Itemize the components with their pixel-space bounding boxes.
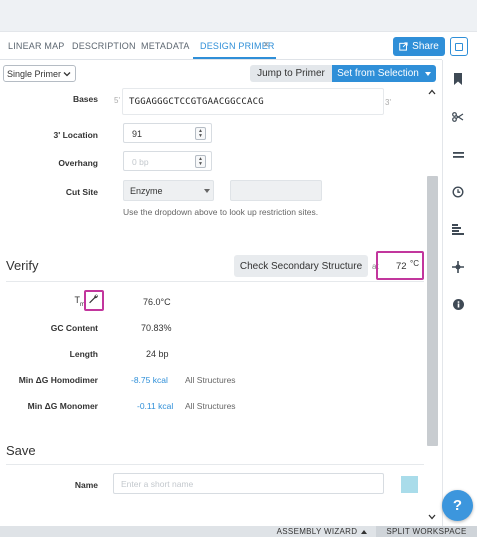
clock-icon[interactable] [451,185,465,199]
bases-suffix: 3' [385,98,391,107]
set-from-selection-button[interactable]: Set from Selection [332,65,436,82]
name-label: Name [74,480,98,490]
jump-to-primer-button[interactable]: Jump to Primer [250,65,332,82]
overhang-label: Overhang [58,158,98,168]
set-from-selection-label: Set from Selection [337,68,419,79]
monomer-scope: All Structures [185,401,236,411]
scissors-icon[interactable] [451,110,465,124]
overhang-input[interactable]: 0 bp ▲ ▼ [123,151,212,171]
save-title: Save [6,443,36,458]
location-input[interactable]: 91 ▲ ▼ [123,123,212,143]
share-icon [399,42,408,51]
temperature-input-highlight[interactable] [376,251,424,280]
bases-label: Bases [72,94,98,104]
bases-prefix: 5' [114,96,120,105]
scroll-up-icon[interactable] [428,89,436,95]
tab-metadata[interactable]: METADATA [141,41,190,51]
color-swatch[interactable] [401,476,418,493]
primer-mode-value: Single Primer [7,68,62,79]
tm-value: 76.0°C [143,297,171,307]
scrollbar-thumb[interactable] [427,176,438,446]
caret-up-icon [361,529,368,534]
crosshair-icon[interactable] [451,260,465,274]
cut-site-hint: Use the dropdown above to look up restri… [123,207,319,217]
caret-down-icon [424,71,431,76]
primer-mode-select[interactable]: Single Primer [3,65,76,82]
tm-label: Tm [74,295,86,308]
active-tab-indicator [193,57,276,59]
assembly-wizard-button[interactable]: ASSEMBLY WIZARD [270,526,374,537]
help-button[interactable]: ? [442,490,473,521]
scroll-down-icon[interactable] [428,514,436,520]
window-icon [455,42,463,51]
tab-description[interactable]: DESCRIPTION [72,41,136,51]
tab-linear-map[interactable]: LINEAR MAP [8,41,65,51]
bases-sequence: TGGAGGGCTCCGTGAACGGCCACG [129,97,264,107]
overhang-placeholder: 0 bp [132,157,149,167]
side-rail [442,60,477,526]
bars-icon[interactable] [451,222,465,236]
overhang-stepper[interactable]: ▲ ▼ [195,155,206,168]
verify-title: Verify [6,258,39,273]
caret-down-icon [204,189,210,193]
verify-divider [6,281,424,282]
share-label: Share [412,41,439,52]
enzyme-value: Enzyme [130,186,163,196]
length-label: Length [69,349,98,359]
bases-input[interactable]: TGGAGGGCTCCGTGAACGGCCACG [122,88,384,115]
bookmark-icon[interactable] [451,72,465,86]
gc-label: GC Content [50,323,98,333]
monomer-label: Min ΔG Monomer [27,401,98,411]
enzyme-select[interactable]: Enzyme [123,180,214,201]
name-placeholder: Enter a short name [121,479,194,489]
length-value: 24 bp [146,349,169,359]
location-stepper[interactable]: ▲ ▼ [195,127,206,140]
equals-icon[interactable] [451,148,465,162]
monomer-value[interactable]: -0.11 kcal [137,401,173,411]
tab-bar: LINEAR MAP DESCRIPTION METADATA DESIGN P… [0,32,442,60]
check-secondary-structure-button[interactable]: Check Secondary Structure [234,255,368,277]
tab-close-icon[interactable]: × [263,39,270,51]
chevron-down-icon [63,72,71,77]
cut-site-label: Cut Site [65,187,98,197]
top-bar [0,0,477,32]
design-primer-panel: Bases 5' TGGAGGGCTCCGTGAACGGCCACG 3' 3' … [0,86,426,526]
location-value: 91 [132,129,143,139]
split-workspace-button[interactable]: SPLIT WORKSPACE [376,526,477,537]
location-label: 3' Location [53,130,98,140]
share-button[interactable]: Share [393,37,445,56]
gc-value: 70.83% [141,323,172,333]
homodimer-scope: All Structures [185,375,236,385]
cut-site-input[interactable] [230,180,322,201]
homodimer-label: Min ΔG Homodimer [18,375,98,385]
info-icon[interactable] [451,297,465,311]
window-toggle-button[interactable] [450,37,468,56]
assembly-wizard-label: ASSEMBLY WIZARD [276,527,358,536]
name-input[interactable]: Enter a short name [113,473,384,494]
wrench-icon-highlight[interactable] [84,290,104,311]
save-divider [6,464,424,465]
homodimer-value[interactable]: -8.75 kcal [131,375,168,385]
